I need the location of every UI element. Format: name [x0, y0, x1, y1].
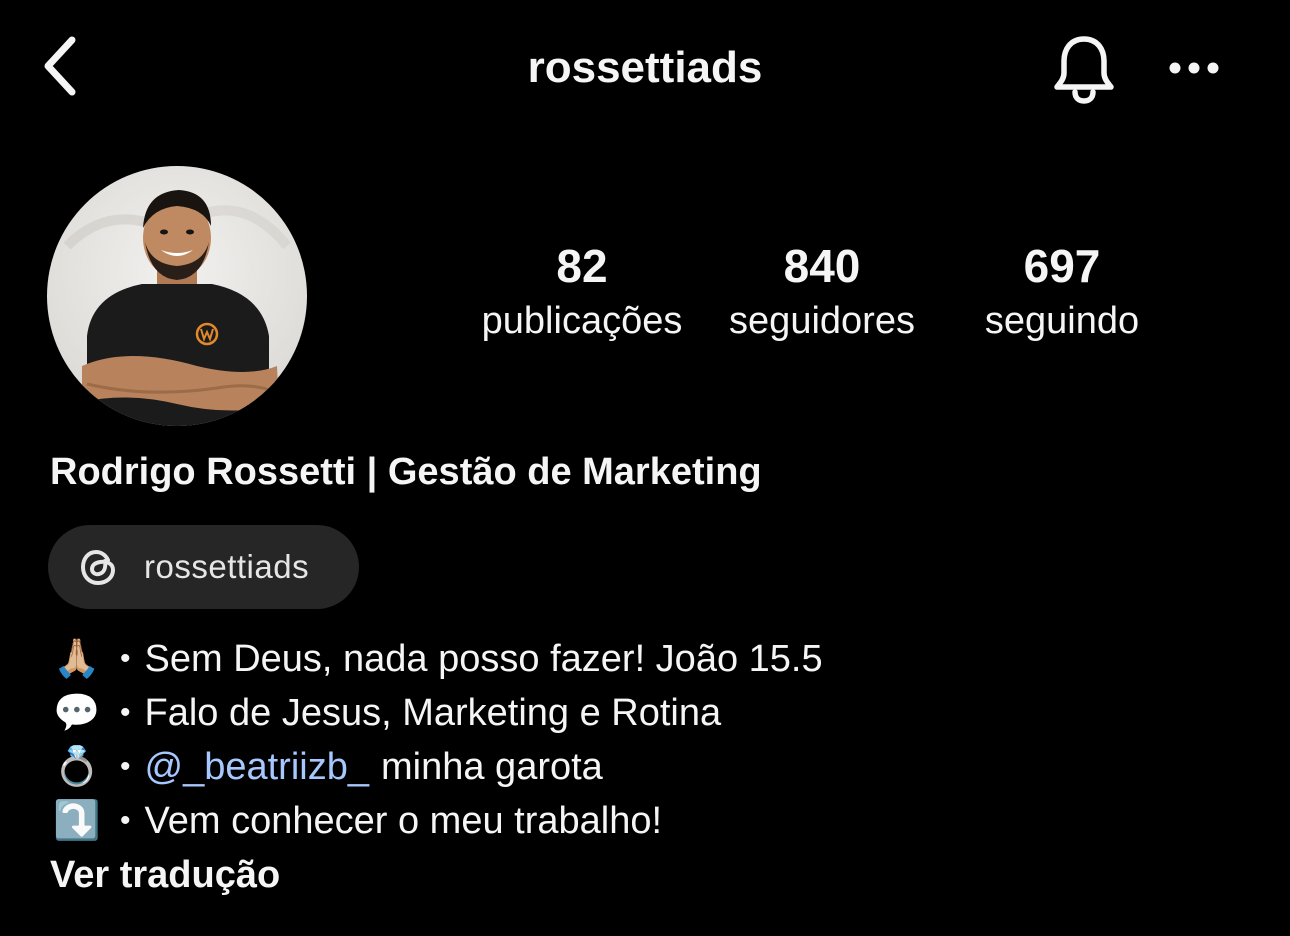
following-label: seguindo [984, 300, 1140, 342]
mention-link[interactable]: @_beatriizb_ [145, 746, 369, 789]
folded-hands-emoji: 🙏🏼 [53, 638, 101, 680]
see-translation-link[interactable]: Ver tradução [50, 848, 280, 902]
bio-line: ⤵️ • Vem conhecer o meu trabalho! [48, 794, 1248, 848]
bio-text: Falo de Jesus, Marketing e Rotina [144, 691, 722, 734]
posts-stat[interactable]: 82 publicações [452, 236, 712, 356]
bio-bullet: • [120, 750, 131, 783]
threads-handle: rossettiads [144, 548, 310, 585]
display-name: Rodrigo Rossetti | Gestão de Marketing [50, 451, 762, 493]
bio-text: Sem Deus, nada posso fazer! João 15.5 [144, 637, 823, 680]
followers-label: seguidores [729, 300, 915, 342]
bio-text: minha garota [381, 745, 603, 788]
bio-line: 💍 • @_beatriizb_ minha garota [48, 740, 1248, 794]
posts-count: 82 [556, 240, 608, 292]
more-horizontal-icon [1169, 62, 1219, 74]
avatar[interactable] [47, 166, 307, 426]
threads-icon [78, 546, 120, 588]
bio-line: 💬 • Falo de Jesus, Marketing e Rotina [48, 686, 1248, 740]
bio-bullet: • [120, 642, 131, 675]
notifications-button[interactable] [1046, 28, 1122, 108]
bio-text: Vem conhecer o meu trabalho! [144, 799, 663, 842]
followers-count: 840 [783, 240, 861, 292]
threads-profile-link[interactable]: rossettiads [48, 525, 359, 609]
more-options-button[interactable] [1162, 44, 1226, 92]
bio: 🙏🏼 • Sem Deus, nada posso fazer! João 15… [48, 632, 1248, 848]
ring-emoji: 💍 [53, 746, 101, 788]
followers-stat[interactable]: 840 seguidores [692, 236, 952, 356]
bio-line: 🙏🏼 • Sem Deus, nada posso fazer! João 15… [48, 632, 1248, 686]
profile-photo [47, 166, 307, 426]
following-stat[interactable]: 697 seguindo [932, 236, 1192, 356]
following-count: 697 [1023, 240, 1101, 292]
bio-bullet: • [120, 696, 131, 729]
speech-balloon-emoji: 💬 [53, 692, 101, 734]
arrow-down-emoji: ⤵️ [53, 800, 101, 842]
bio-bullet: • [120, 804, 131, 837]
bell-icon [1054, 36, 1114, 104]
posts-label: publicações [481, 300, 683, 342]
